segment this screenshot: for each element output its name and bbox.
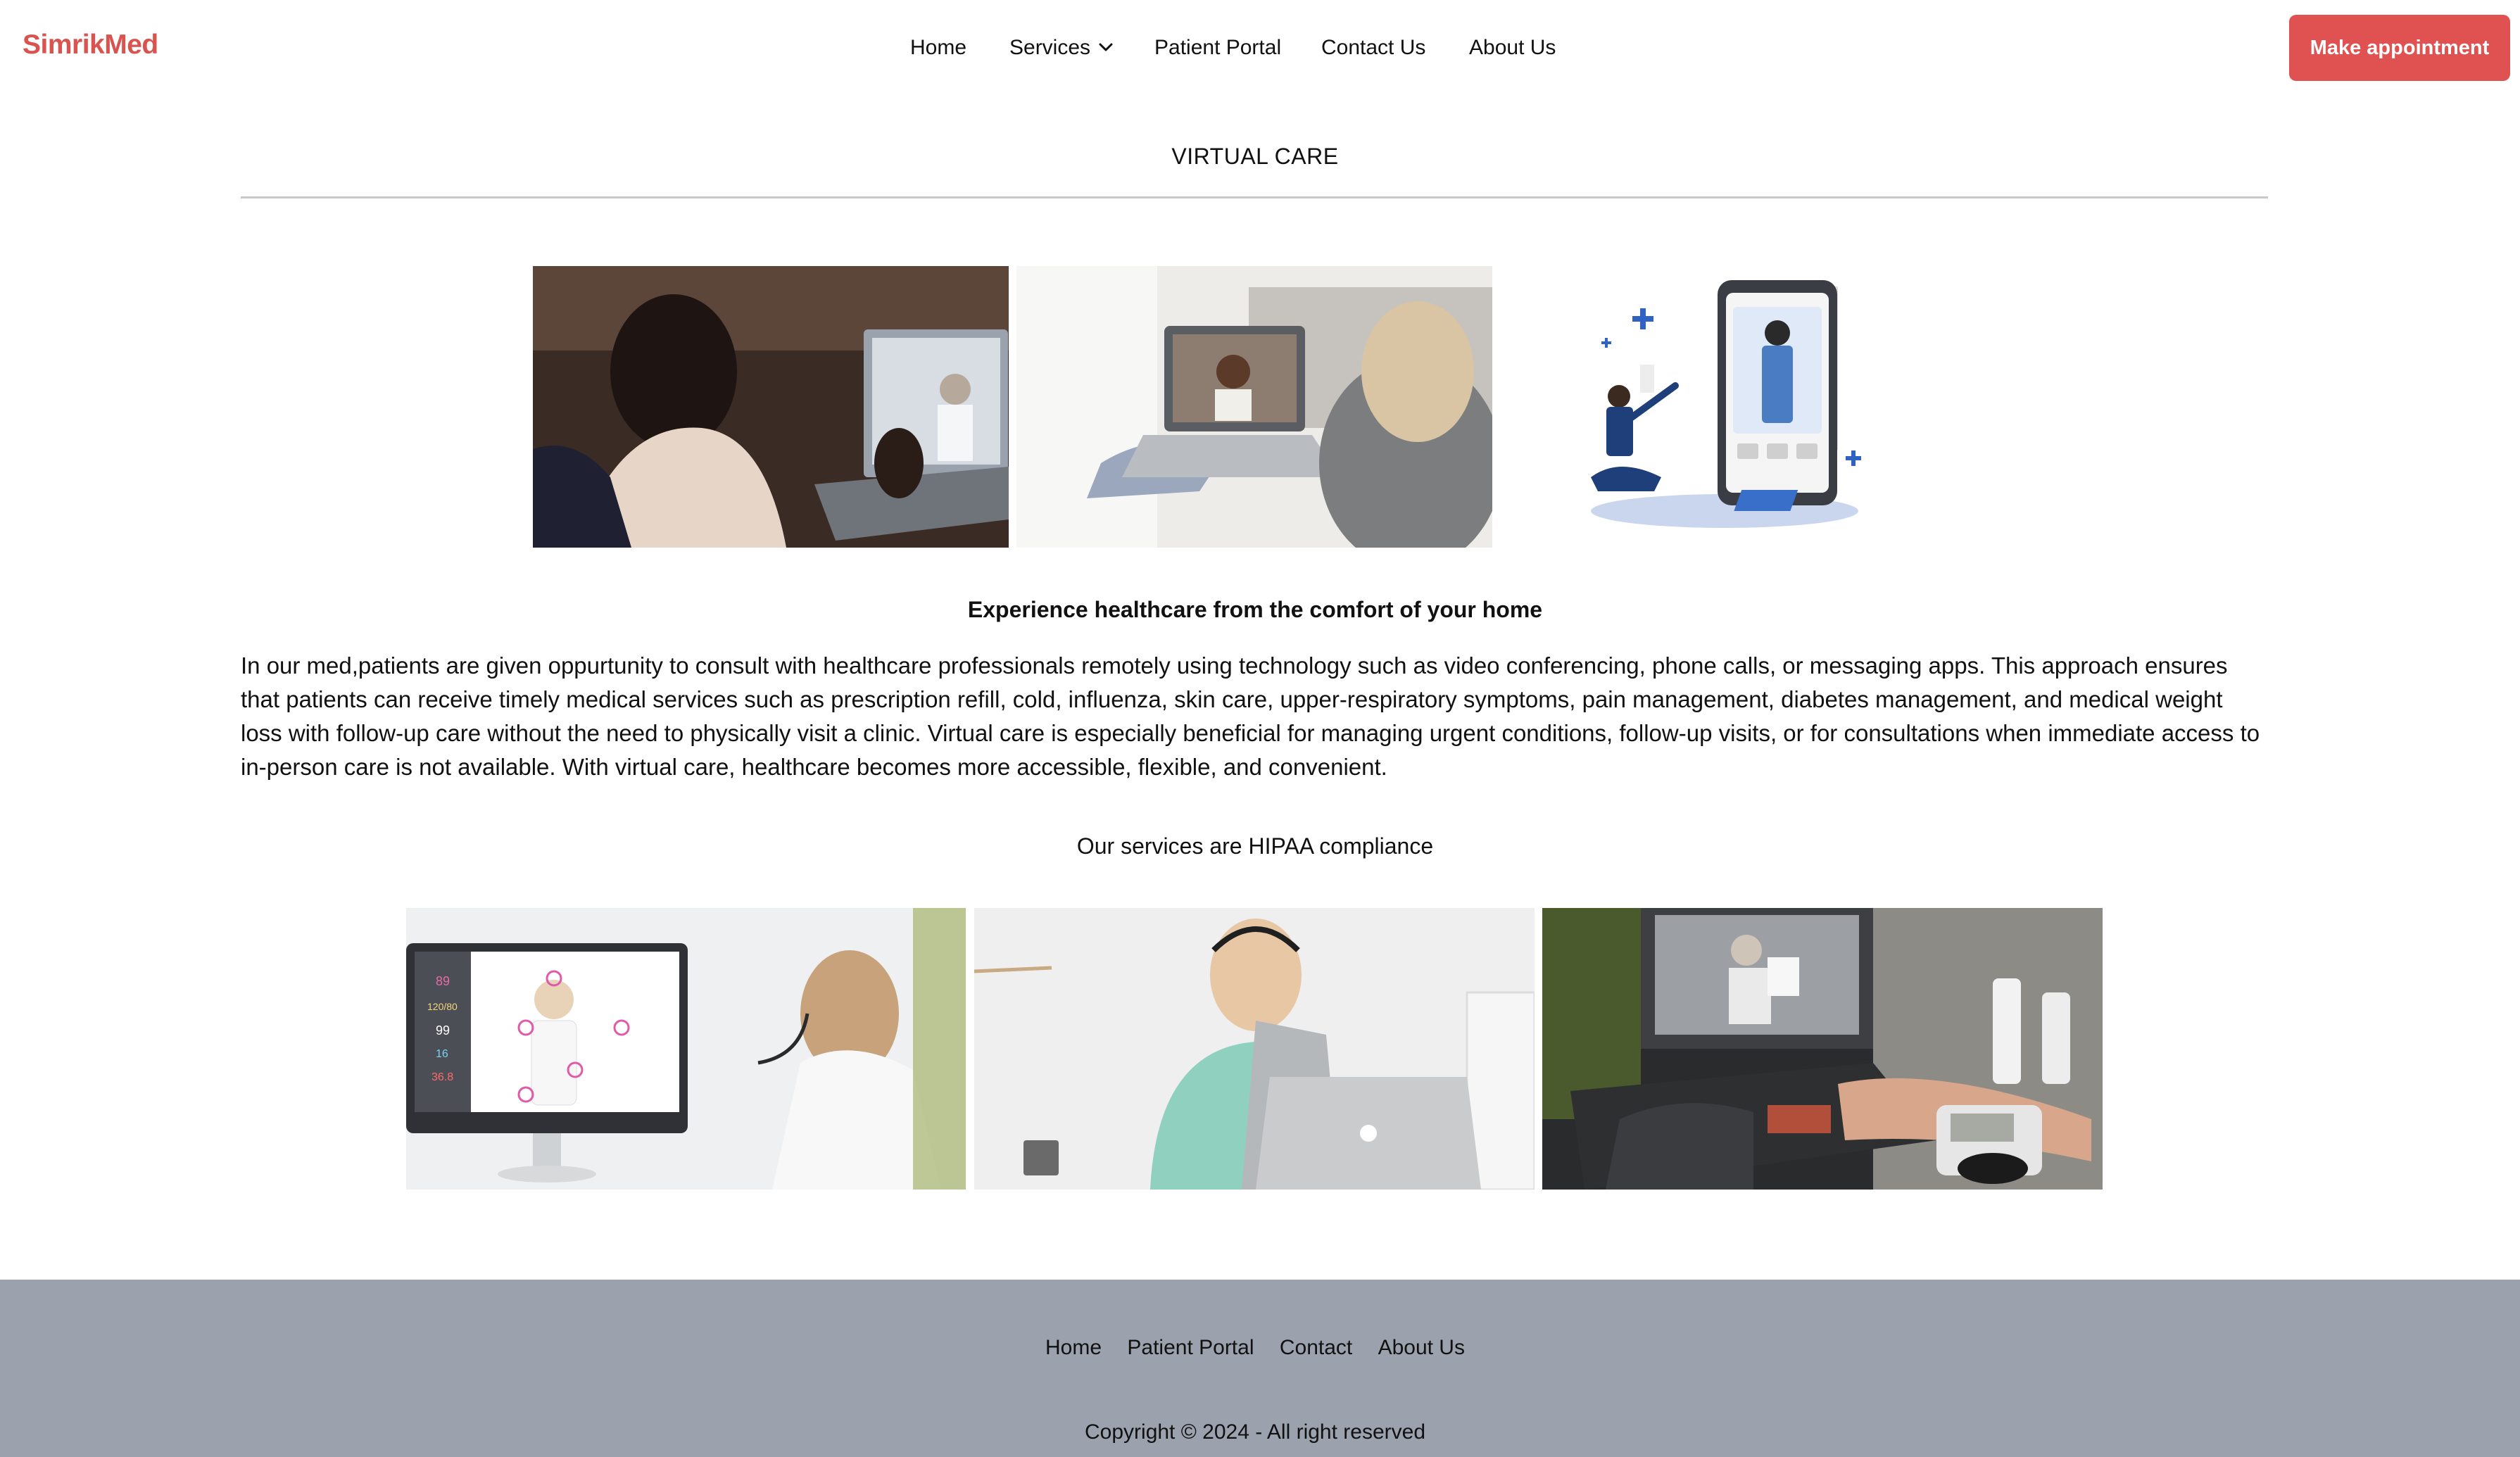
telehealth-illustration — [1549, 266, 1915, 548]
footer-link-contact[interactable]: Contact — [1280, 1336, 1352, 1359]
title-divider — [241, 196, 2268, 198]
oxygen-readout: 99 — [436, 1023, 450, 1037]
footer-link-patient-portal[interactable]: Patient Portal — [1127, 1336, 1254, 1359]
site-header: SimrikMed Home Services Patient Portal C… — [0, 0, 2520, 96]
doctor-remote-monitoring-photo: 89 120/80 99 16 36.8 — [406, 908, 966, 1190]
section-subheading: Experience healthcare from the comfort o… — [967, 597, 1543, 622]
footer-link-about-us[interactable]: About Us — [1378, 1336, 1465, 1359]
nav-patient-portal[interactable]: Patient Portal — [1154, 34, 1281, 62]
make-appointment-button[interactable]: Make appointment — [2289, 15, 2510, 81]
footer-nav: Home Patient Portal Contact About Us — [0, 1336, 2510, 1360]
temperature-readout: 36.8 — [431, 1071, 453, 1083]
heart-rate-readout: 89 — [436, 974, 450, 988]
chevron-down-icon[interactable] — [1098, 39, 1114, 55]
doctor-headset-laptop-photo — [974, 908, 1535, 1190]
patient-blood-pressure-photo — [1542, 908, 2103, 1190]
family-video-call-photo — [533, 266, 1009, 548]
main-nav: Home Services Patient Portal Contact Us … — [0, 34, 2520, 62]
nav-contact-us[interactable]: Contact Us — [1321, 34, 1425, 62]
nav-home[interactable]: Home — [910, 34, 966, 62]
hipaa-statement: Our services are HIPAA compliance — [1076, 833, 1434, 859]
respiration-readout: 16 — [436, 1048, 448, 1060]
blood-pressure-readout: 120/80 — [427, 1001, 458, 1012]
nav-about-us[interactable]: About Us — [1469, 34, 1556, 62]
site-footer: Home Patient Portal Contact About Us Cop… — [0, 1280, 2520, 1457]
nav-services[interactable]: Services — [1009, 34, 1090, 62]
copyright-text: Copyright © 2024 - All right reserved — [1085, 1420, 1425, 1444]
woman-video-call-photo — [1016, 266, 1492, 548]
page-title: VIRTUAL CARE — [1171, 144, 1339, 169]
virtual-care-description: In our med,patients are given oppurtunit… — [241, 652, 2260, 780]
footer-link-home[interactable]: Home — [1045, 1336, 1102, 1359]
